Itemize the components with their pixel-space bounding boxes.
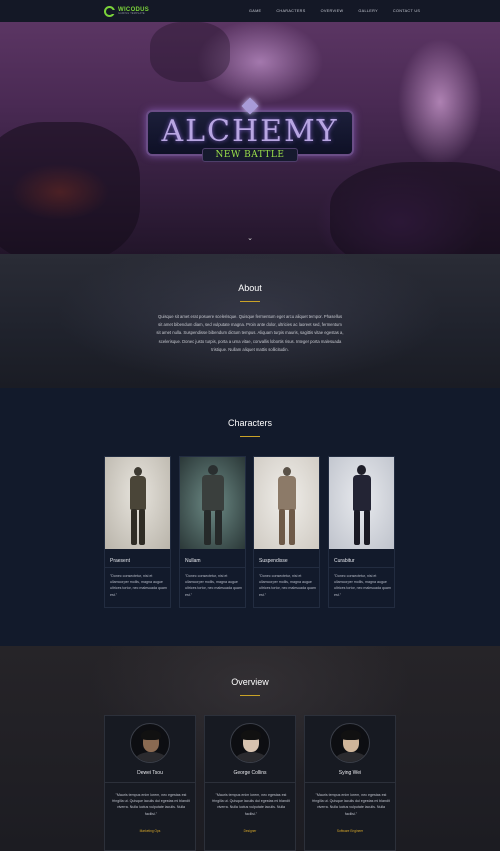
character-card[interactable]: Curabitur "Donec consectetur, nisi et ul… <box>328 456 395 608</box>
team-member-role: Software Engineer <box>336 829 364 833</box>
avatar <box>230 723 270 763</box>
team-card[interactable]: George Collins "Mauris tempus enim lorem… <box>204 715 296 851</box>
character-name: Praesent <box>110 558 131 564</box>
character-name: Curabitur <box>334 558 355 564</box>
character-card[interactable]: Nullam "Donec consectetur, nisi et ullam… <box>179 456 246 608</box>
character-card[interactable]: Suspendisse "Donec consectetur, nisi et … <box>253 456 320 608</box>
hero-scenery <box>330 162 500 254</box>
nav-link-game[interactable]: Game <box>249 9 261 13</box>
hero-banner: ALCHEMY NEW BATTLE ⌄ <box>0 22 500 254</box>
team-member-quote: "Mauris tempus enim lorem, nec egestas e… <box>212 793 290 816</box>
main-menu: Game Characters Overview Gallery Contact… <box>249 0 435 22</box>
nav-link-characters[interactable]: Characters <box>276 9 305 13</box>
hero-scenery <box>150 22 230 82</box>
character-name: Nullam <box>185 558 201 564</box>
team-member-quote: "Mauris tempus enim lorem, nec egestas e… <box>112 793 190 816</box>
title-underline <box>240 301 260 302</box>
about-text: Quisque sit amet erat posuere scelerisqu… <box>156 314 344 352</box>
overview-title: Overview <box>231 677 269 687</box>
title-underline <box>240 695 260 696</box>
nav-link-overview[interactable]: Overview <box>321 9 344 13</box>
characters-title: Characters <box>227 418 272 428</box>
team-member-name: George Collins <box>233 770 267 776</box>
game-title-badge: ALCHEMY NEW BATTLE <box>146 97 354 174</box>
overview-section: Overview Dewei Tsou "Mauris tempus enim … <box>0 646 500 851</box>
avatar <box>330 723 370 763</box>
team-member-name: Sying Wei <box>338 770 362 776</box>
team-member-name: Dewei Tsou <box>137 770 163 776</box>
character-description: "Donec consectetur, nisi et ullamcorper … <box>110 574 167 597</box>
character-image <box>105 457 170 549</box>
team-member-role: Marketing Ops <box>139 829 161 833</box>
hero-scenery <box>0 122 140 254</box>
character-description: "Donec consectetur, nisi et ullamcorper … <box>259 574 316 597</box>
game-title: ALCHEMY <box>161 114 339 149</box>
about-section: About Quisque sit amet erat posuere scel… <box>0 254 500 388</box>
title-underline <box>240 436 260 437</box>
character-card[interactable]: Praesent "Donec consectetur, nisi et ull… <box>104 456 171 608</box>
logo-icon <box>104 5 115 17</box>
character-image <box>329 457 394 549</box>
character-description: "Donec consectetur, nisi et ullamcorper … <box>185 574 242 597</box>
nav-link-contact[interactable]: Contact us <box>393 9 420 13</box>
character-image <box>180 457 245 549</box>
logo-tagline: GAMING TEMPLATE <box>118 11 145 15</box>
characters-section: Characters Praesent "Donec consectetur, … <box>0 388 500 646</box>
nav-link-gallery[interactable]: Gallery <box>358 9 378 13</box>
team-member-quote: "Mauris tempus enim lorem, nec egestas e… <box>312 793 390 816</box>
character-name: Suspendisse <box>259 558 288 564</box>
about-title: About <box>238 283 262 293</box>
avatar <box>130 723 170 763</box>
character-description: "Donec consectetur, nisi et ullamcorper … <box>334 574 391 597</box>
team-card[interactable]: Sying Wei "Mauris tempus enim lorem, nec… <box>304 715 396 851</box>
chevron-down-icon[interactable]: ⌄ <box>246 234 254 242</box>
character-image <box>254 457 319 549</box>
team-card[interactable]: Dewei Tsou "Mauris tempus enim lorem, ne… <box>104 715 196 851</box>
game-subtitle: NEW BATTLE <box>202 148 298 162</box>
team-member-role: Designer <box>243 829 257 833</box>
logo[interactable]: WICODUS GAMING TEMPLATE <box>104 5 149 17</box>
top-navbar: WICODUS GAMING TEMPLATE Game Characters … <box>0 0 500 22</box>
